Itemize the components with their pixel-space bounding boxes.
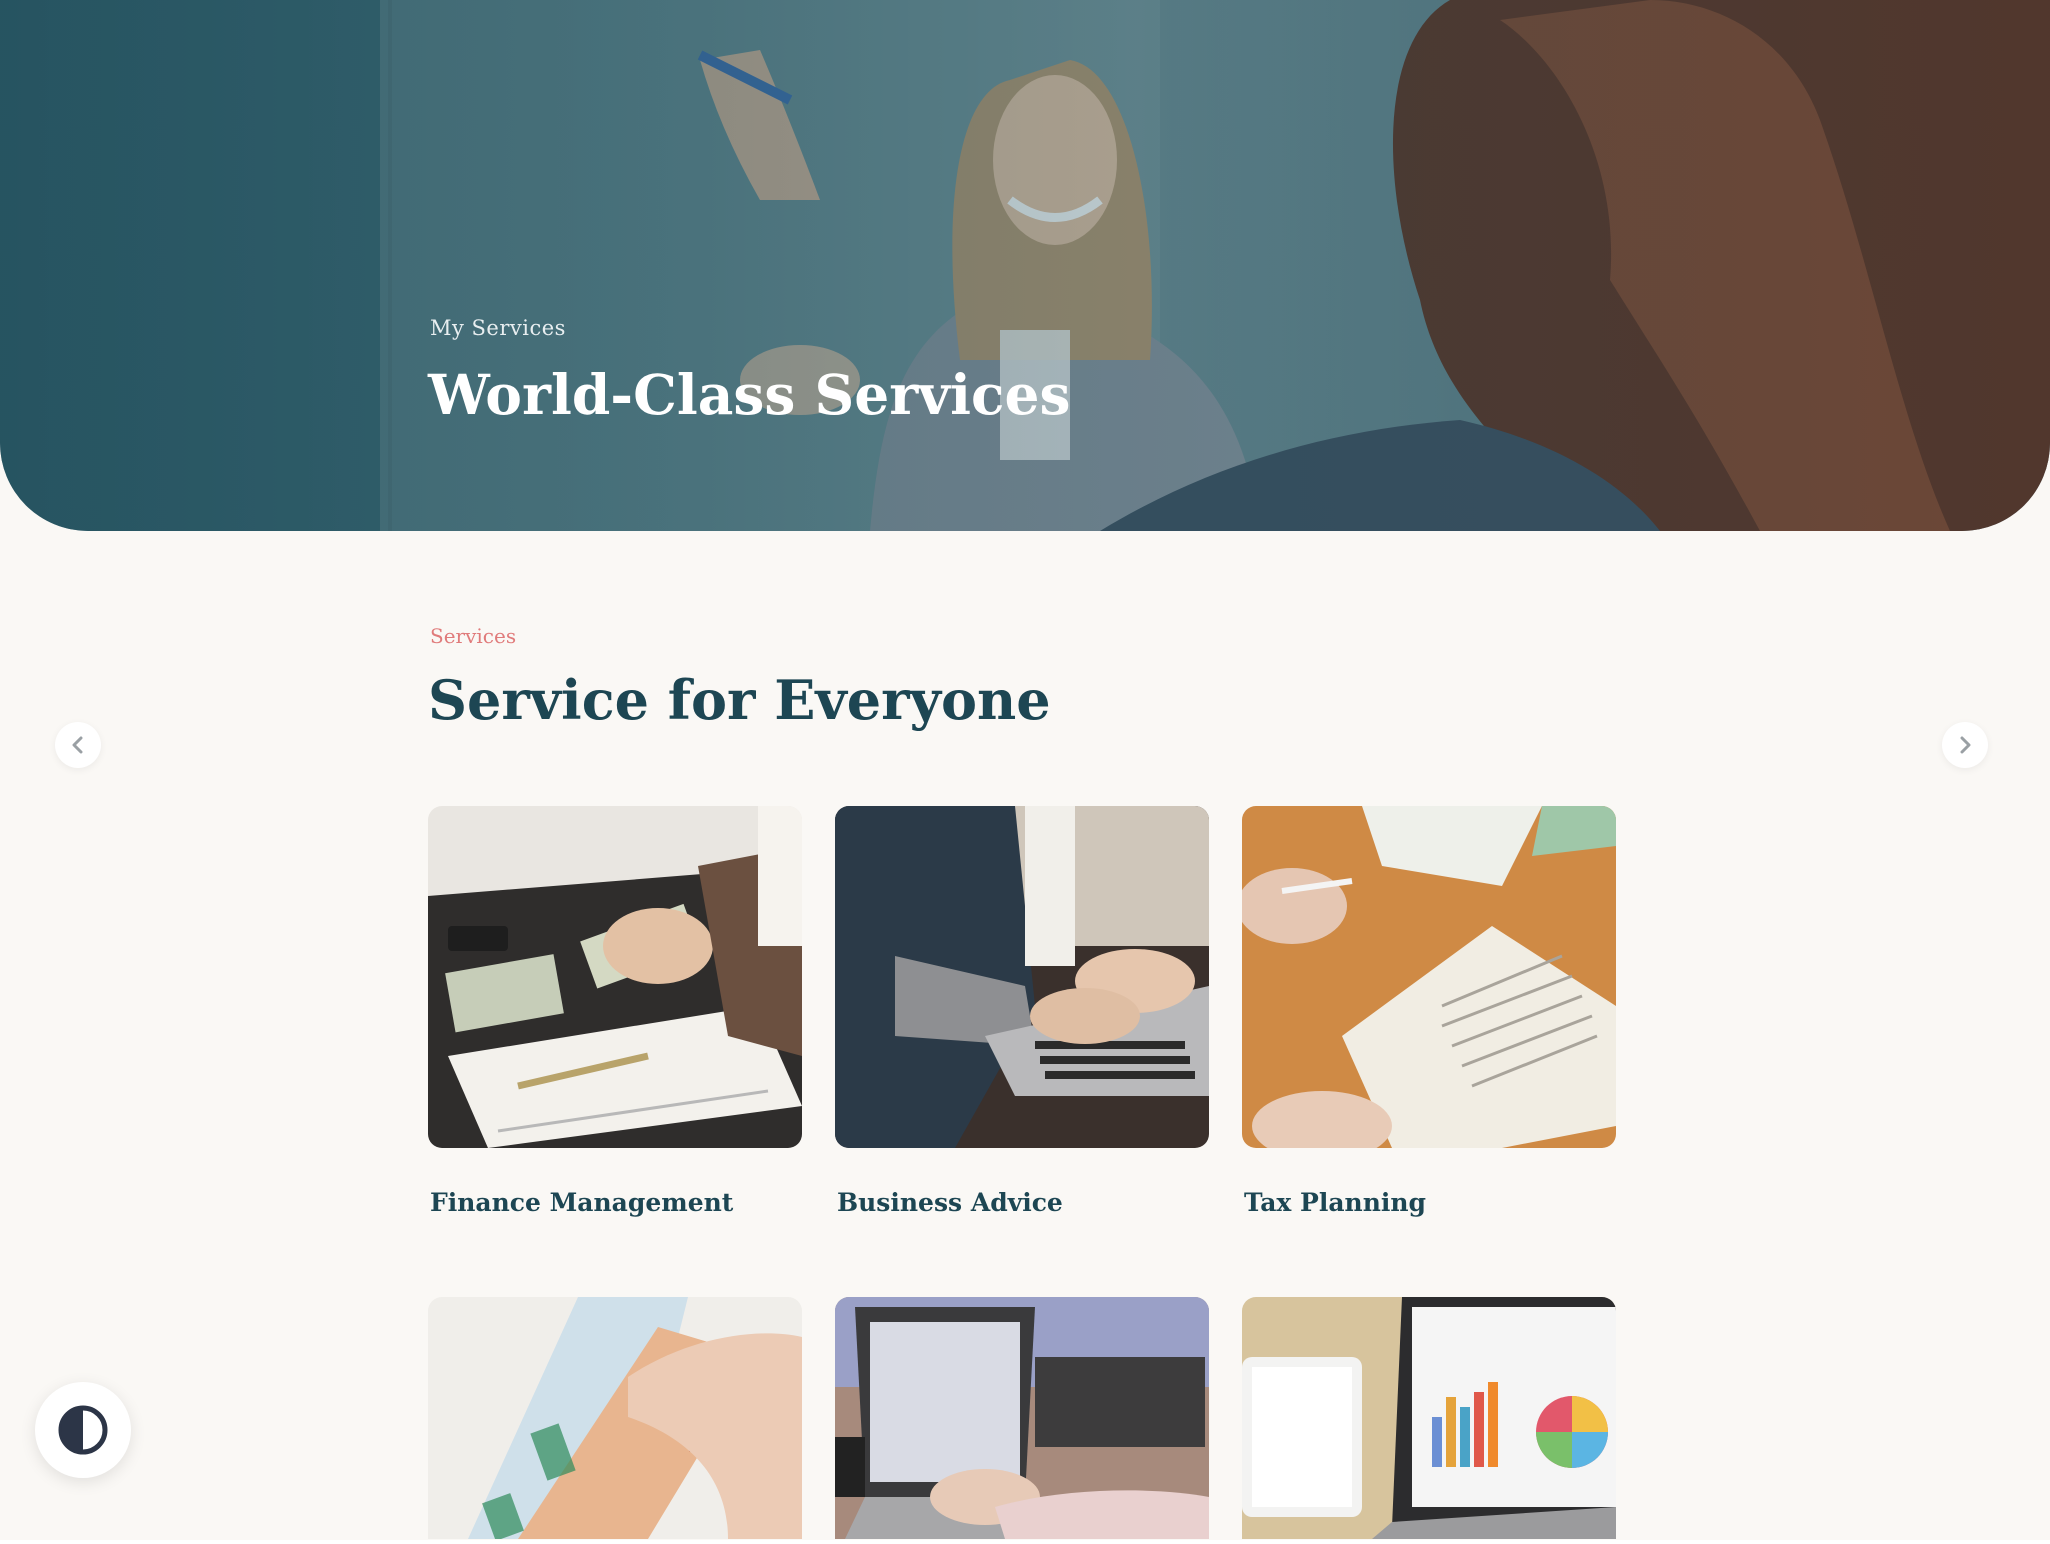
contrast-toggle-button[interactable] [35,1382,131,1478]
hero-eyebrow: My Services [430,316,566,340]
service-card-5[interactable] [835,1297,1209,1539]
card-title[interactable]: Finance Management [430,1188,733,1217]
chevron-left-icon [72,736,83,754]
service-card-6[interactable] [1242,1297,1616,1539]
section-eyebrow: Services [430,624,517,648]
carousel-prev-button[interactable] [55,722,101,768]
card-title[interactable]: Business Advice [837,1188,1063,1217]
hero-title: World-Class Services [428,362,1071,427]
page: My Services World-Class Services Service… [0,0,2050,1540]
charts-on-laptop-photo[interactable] [1242,1297,1616,1539]
chevron-right-icon [1960,736,1971,754]
card-title[interactable]: Tax Planning [1244,1188,1426,1217]
carousel-next-button[interactable] [1942,722,1988,768]
euro-banknotes-photo[interactable] [428,1297,802,1539]
laptop-meeting-photo[interactable] [835,1297,1209,1539]
laptop-typing-photo[interactable] [835,806,1209,1148]
service-card-4[interactable] [428,1297,802,1539]
hero-banner: My Services World-Class Services [0,0,2050,531]
service-card-finance[interactable]: Finance Management [428,806,802,1217]
section-title: Service for Everyone [428,668,1051,732]
service-card-tax[interactable]: Tax Planning [1242,806,1616,1217]
contrast-half-circle-icon [58,1405,108,1455]
hero-overlay [0,0,2050,531]
service-card-business[interactable]: Business Advice [835,806,1209,1217]
open-book-photo[interactable] [1242,806,1616,1148]
money-counting-photo[interactable] [428,806,802,1148]
